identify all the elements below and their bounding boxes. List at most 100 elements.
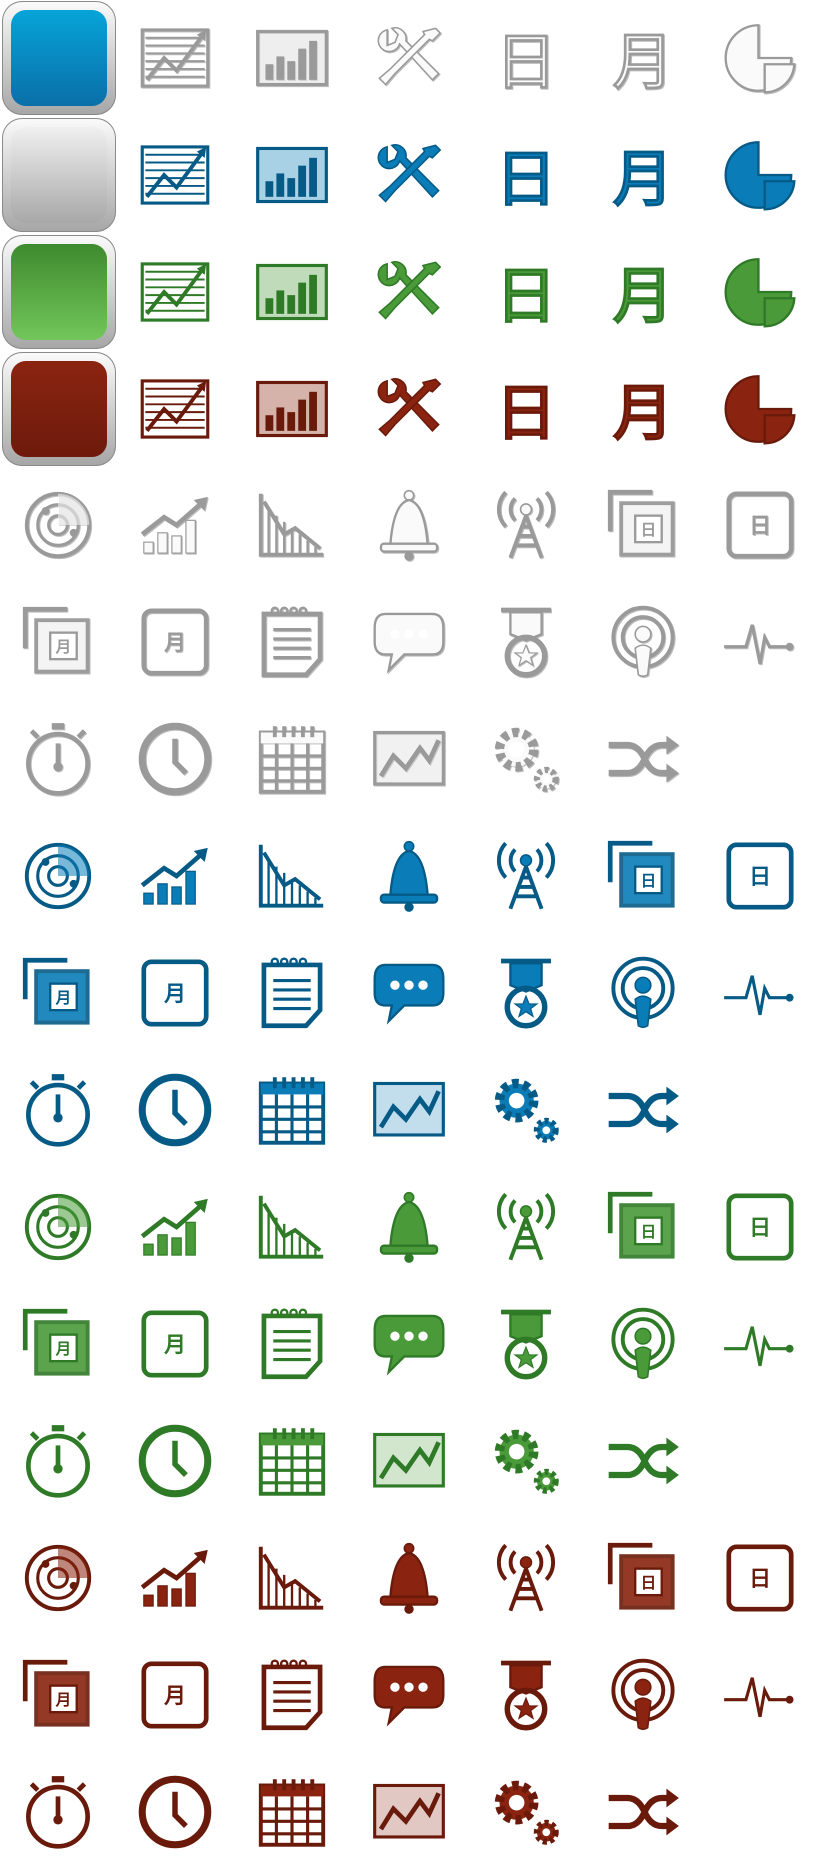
- notepad-icon: [236, 1639, 348, 1751]
- stopwatch-icon-graphic: [26, 1074, 90, 1147]
- day-card-icon-graphic: 日: [726, 1544, 794, 1612]
- podcast-icon: [587, 937, 699, 1049]
- line-chart-icon-graphic: [140, 145, 210, 205]
- radio-tower-icon-graphic: [496, 841, 556, 910]
- stacked-month-icon-graphic: 月: [22, 606, 90, 674]
- silver-tile: [2, 118, 116, 232]
- stopwatch-icon-graphic: [26, 1776, 90, 1849]
- bar-chart-icon: [236, 353, 348, 465]
- trend-down-icon: [236, 469, 348, 581]
- bell-icon: [353, 820, 465, 932]
- notepad-icon-graphic: [261, 1308, 323, 1380]
- svg-text:月: 月: [163, 1684, 186, 1709]
- silver-tile-face: [11, 127, 107, 223]
- svg-text:日: 日: [749, 865, 771, 890]
- day-card-icon-graphic: 日: [726, 1193, 794, 1261]
- stopwatch-icon-graphic: [26, 723, 90, 796]
- chart-board-icon: [353, 703, 465, 815]
- calendar-icon-graphic: [258, 1428, 326, 1496]
- chart-board-icon: [353, 1405, 465, 1517]
- gears-icon-graphic: [494, 1780, 559, 1845]
- blue-tile: [2, 1, 116, 115]
- stacked-day-icon-graphic: 日: [607, 1542, 675, 1610]
- trend-down-icon: [236, 1171, 348, 1283]
- gears-icon-graphic: [494, 727, 559, 792]
- medal-icon: [470, 1639, 582, 1751]
- radar-icon: [2, 469, 114, 581]
- gears-icon-graphic: [494, 1429, 559, 1494]
- pie-chart-icon-graphic: [724, 141, 796, 211]
- stopwatch-icon: [2, 703, 114, 815]
- month-card-icon: 月: [119, 586, 231, 698]
- tools-icon-graphic: [377, 378, 442, 437]
- radar-icon: [2, 1522, 114, 1634]
- svg-text:日: 日: [641, 872, 657, 890]
- month-glyph-icon-graphic: 月: [612, 262, 674, 333]
- line-chart-icon-graphic: [140, 262, 210, 322]
- tools-icon-graphic: [377, 27, 442, 86]
- notepad-icon: [236, 937, 348, 1049]
- trend-up-icon: [119, 1522, 231, 1634]
- line-chart-icon: [119, 119, 231, 231]
- month-card-icon: 月: [119, 1639, 231, 1751]
- line-chart-icon: [119, 353, 231, 465]
- trend-up-icon-graphic: [140, 1549, 208, 1607]
- line-chart-icon-graphic: [140, 379, 210, 439]
- day-card-icon: 日: [704, 820, 816, 932]
- calendar-icon-graphic: [258, 1779, 326, 1847]
- tools-icon-graphic: [377, 144, 442, 203]
- radar-icon-graphic: [24, 1193, 92, 1261]
- tools-icon: [353, 119, 465, 231]
- month-glyph-icon-graphic: 月: [612, 145, 674, 216]
- stacked-day-icon: 日: [587, 1171, 699, 1283]
- svg-text:月: 月: [613, 379, 674, 449]
- trend-down-icon-graphic: [258, 493, 324, 557]
- notepad-icon-graphic: [261, 957, 323, 1029]
- notepad-icon-graphic: [261, 606, 323, 678]
- bar-chart-icon: [236, 236, 348, 348]
- shuffle-icon: [587, 703, 699, 815]
- pie-chart-icon-graphic: [724, 375, 796, 445]
- stacked-month-icon-graphic: 月: [22, 1659, 90, 1727]
- calendar-icon: [236, 1405, 348, 1517]
- day-card-icon: 日: [704, 1171, 816, 1283]
- chat-bubble-icon-graphic: [373, 963, 445, 1025]
- month-card-icon: 月: [119, 1288, 231, 1400]
- month-glyph-icon-graphic: 月: [612, 379, 674, 450]
- tools-icon: [353, 353, 465, 465]
- green-tile-face: [11, 244, 107, 340]
- tools-icon-graphic: [377, 261, 442, 320]
- radio-tower-icon: [470, 1522, 582, 1634]
- trend-down-icon: [236, 1522, 348, 1634]
- chat-bubble-icon: [353, 1288, 465, 1400]
- medal-icon: [470, 586, 582, 698]
- pulse-icon-graphic: [724, 624, 794, 665]
- bar-chart-icon-graphic: [256, 29, 328, 87]
- radar-icon-graphic: [24, 1544, 92, 1612]
- shuffle-icon-graphic: [608, 735, 679, 783]
- bar-chart-icon: [236, 119, 348, 231]
- shuffle-icon: [587, 1405, 699, 1517]
- month-glyph-icon: 月: [587, 2, 699, 114]
- radio-tower-icon-graphic: [496, 490, 556, 559]
- trend-down-icon-graphic: [258, 1195, 324, 1259]
- clock-icon-graphic: [138, 722, 212, 796]
- pie-chart-icon: [704, 353, 816, 465]
- stacked-month-icon: 月: [2, 586, 114, 698]
- day-glyph-icon: 日: [470, 353, 582, 465]
- clock-icon-graphic: [138, 1424, 212, 1498]
- trend-up-icon-graphic: [140, 496, 208, 554]
- podcast-icon-graphic: [611, 1658, 675, 1731]
- stopwatch-icon-graphic: [26, 1425, 90, 1498]
- gears-icon-graphic: [494, 1078, 559, 1143]
- shuffle-icon: [587, 1756, 699, 1868]
- pie-chart-icon: [704, 2, 816, 114]
- svg-text:日: 日: [641, 1223, 657, 1241]
- stacked-day-icon-graphic: 日: [607, 840, 675, 908]
- medal-icon-graphic: [501, 958, 551, 1029]
- trend-up-icon: [119, 1171, 231, 1283]
- svg-text:日: 日: [496, 262, 557, 332]
- svg-text:月: 月: [613, 28, 674, 98]
- pulse-icon: [704, 1639, 816, 1751]
- bell-icon-graphic: [379, 489, 439, 561]
